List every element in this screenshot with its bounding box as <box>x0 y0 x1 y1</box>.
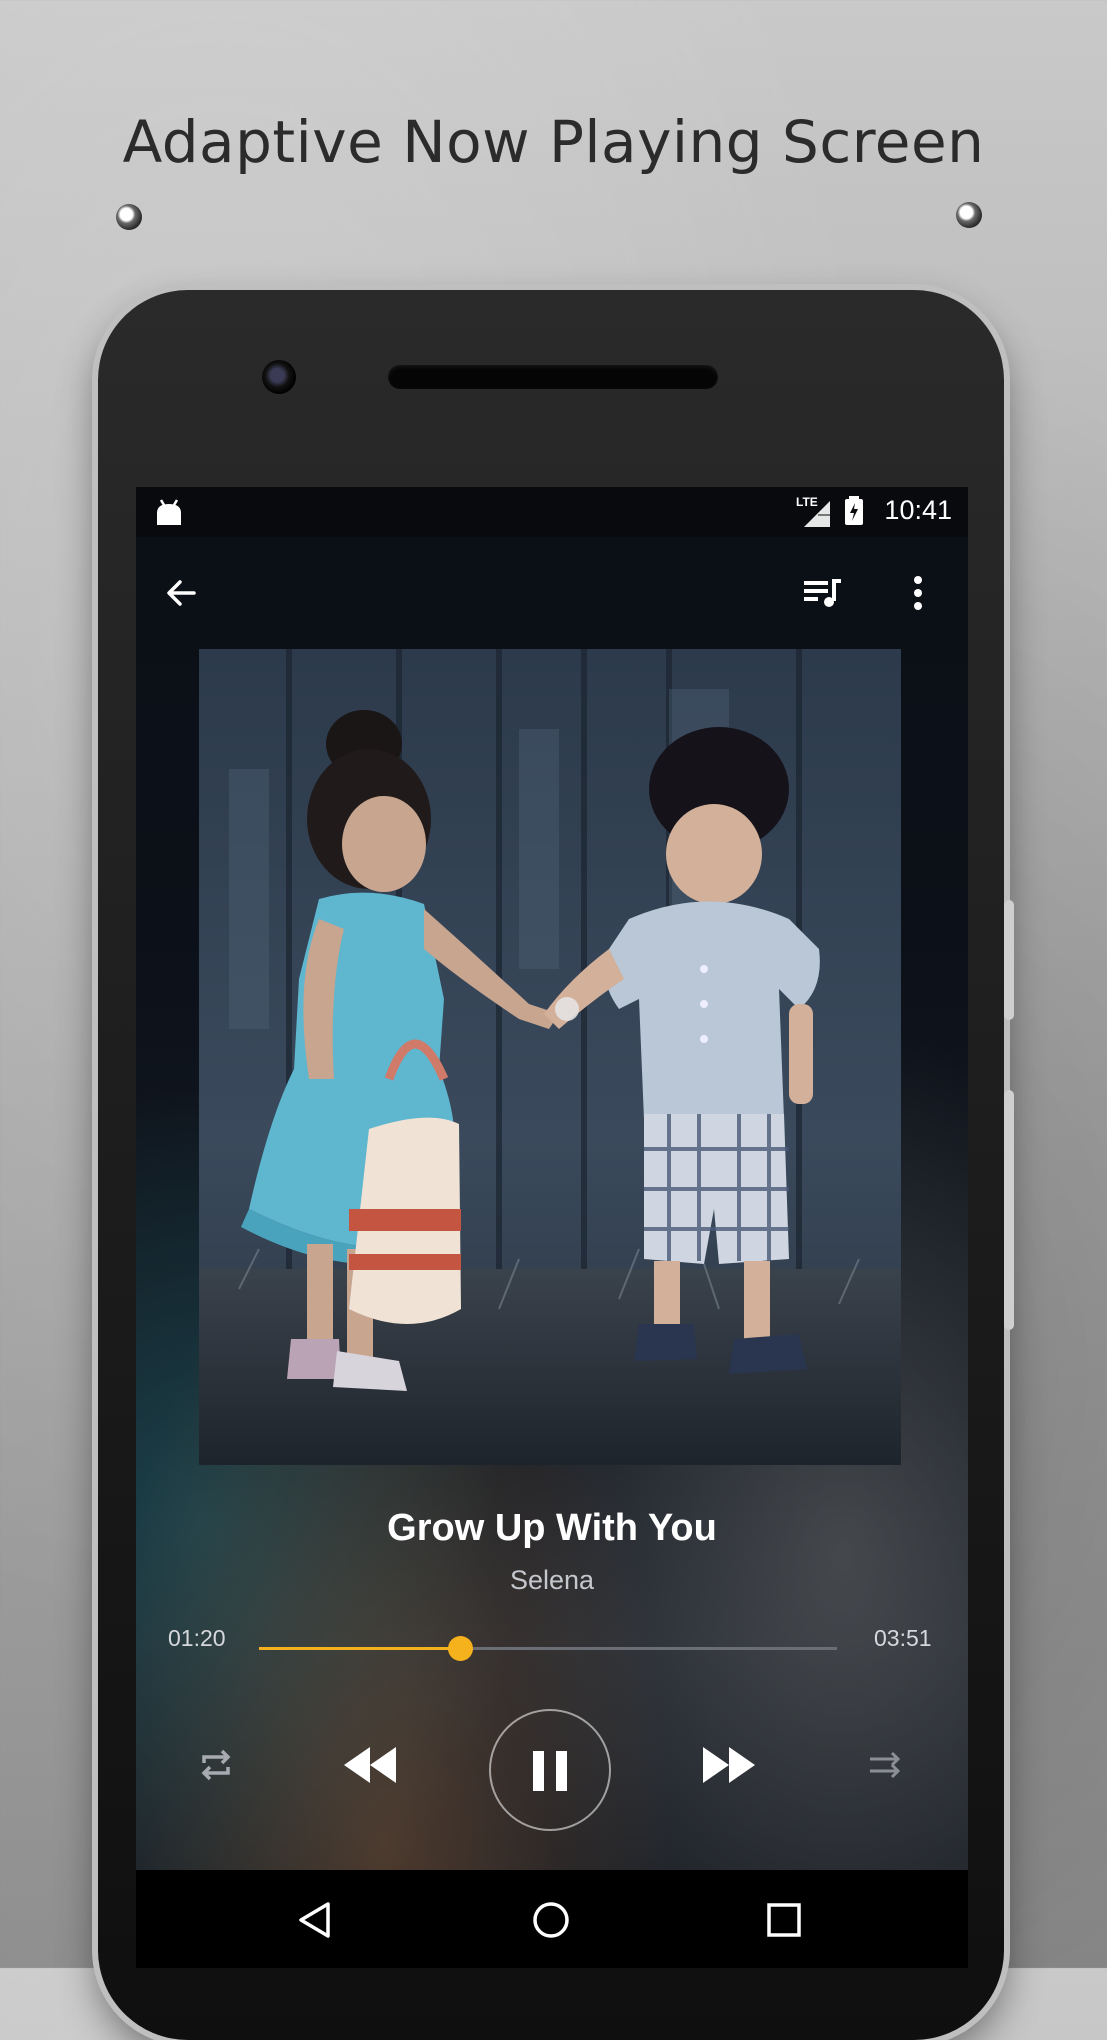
queue-music-icon[interactable] <box>802 575 842 616</box>
android-icon <box>154 499 184 532</box>
signal-icon: LTE <box>796 495 834 529</box>
repeat-icon[interactable] <box>196 1745 236 1785</box>
seek-bar-thumb[interactable] <box>447 1636 473 1661</box>
seek-bar[interactable] <box>259 1636 837 1661</box>
fast-forward-icon[interactable] <box>701 1745 757 1785</box>
rewind-icon[interactable] <box>342 1745 398 1785</box>
network-type: LTE <box>796 494 818 509</box>
power-button <box>1004 1090 1014 1330</box>
status-bar: LTE 10:41 <box>136 487 968 537</box>
home-circle-icon[interactable] <box>531 1900 571 1945</box>
elapsed-time: 01:20 <box>168 1625 226 1651</box>
battery-charging-icon <box>844 496 864 531</box>
album-art-image <box>199 649 901 1465</box>
status-time: 10:41 <box>884 495 952 525</box>
screw-right <box>956 202 982 228</box>
volume-button <box>1004 900 1014 1020</box>
back-arrow-icon[interactable] <box>164 575 200 616</box>
shuffle-icon[interactable] <box>866 1745 906 1785</box>
recents-square-icon[interactable] <box>766 1902 802 1943</box>
play-pause-button[interactable] <box>489 1709 611 1831</box>
more-vert-icon[interactable] <box>912 575 924 616</box>
track-artist: Selena <box>509 1565 595 1595</box>
back-triangle-icon[interactable] <box>296 1900 332 1945</box>
front-camera <box>262 360 296 394</box>
seek-bar-progress <box>259 1647 460 1650</box>
pause-icon <box>531 1749 569 1798</box>
now-playing-screen: LTE 10:41 Grow Up With You Selena 01:20 … <box>136 487 968 1968</box>
screw-left <box>116 204 142 230</box>
album-art <box>199 649 901 1465</box>
headline: Adaptive Now Playing Screen <box>122 108 985 176</box>
duration-time: 03:51 <box>874 1625 932 1651</box>
navigation-bar <box>136 1870 968 1968</box>
track-title: Grow Up With You <box>387 1507 717 1549</box>
earpiece-speaker <box>388 365 718 389</box>
